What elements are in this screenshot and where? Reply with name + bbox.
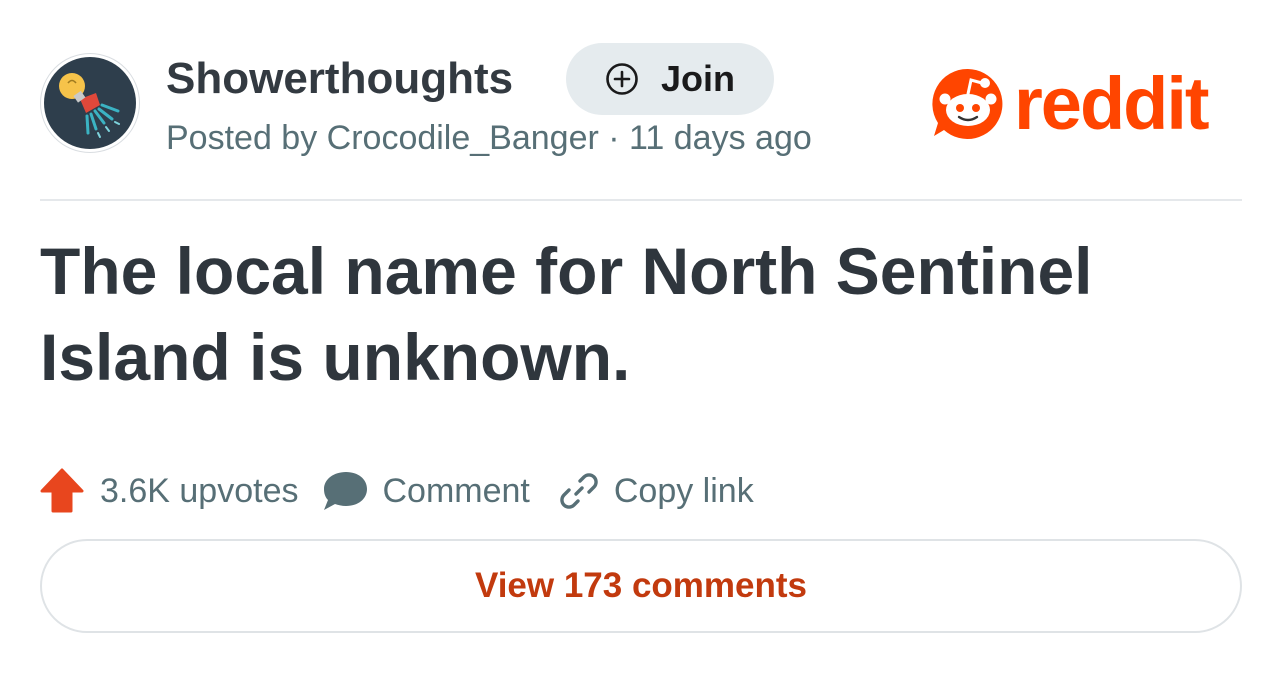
- upvote-count: 3.6K upvotes: [100, 471, 299, 510]
- comment-button[interactable]: Comment: [322, 468, 530, 514]
- comment-bubble-icon: [324, 472, 368, 510]
- post-meta: Posted by Crocodile_Banger · 11 days ago: [166, 119, 812, 157]
- header-divider: [40, 199, 1242, 201]
- subreddit-name[interactable]: Showerthoughts: [166, 54, 513, 104]
- join-label: Join: [660, 58, 735, 99]
- reddit-logo[interactable]: reddit: [930, 62, 1210, 145]
- snoo-icon: [932, 68, 1003, 139]
- post-title: The local name for North Sentinel Island…: [40, 234, 1093, 394]
- copy-link-label: Copy link: [613, 471, 754, 510]
- plus-circle-icon: [606, 63, 638, 95]
- link-icon: [560, 473, 598, 509]
- join-button[interactable]: Join: [566, 43, 774, 115]
- lightbulb-shower-icon: [44, 57, 136, 149]
- comment-label: Comment: [382, 471, 530, 510]
- view-comments-label: View 173 comments: [474, 566, 808, 605]
- view-comments-button[interactable]: View 173 comments: [40, 539, 1242, 633]
- post-actions: 3.6K upvotes Comment Copy link: [40, 466, 754, 516]
- upvote-arrow-icon: [40, 468, 84, 513]
- reddit-wordmark: reddit: [1014, 62, 1210, 145]
- copy-link-button[interactable]: Copy link: [558, 470, 754, 512]
- subreddit-avatar[interactable]: [40, 53, 140, 153]
- upvote-button[interactable]: 3.6K upvotes: [40, 468, 298, 514]
